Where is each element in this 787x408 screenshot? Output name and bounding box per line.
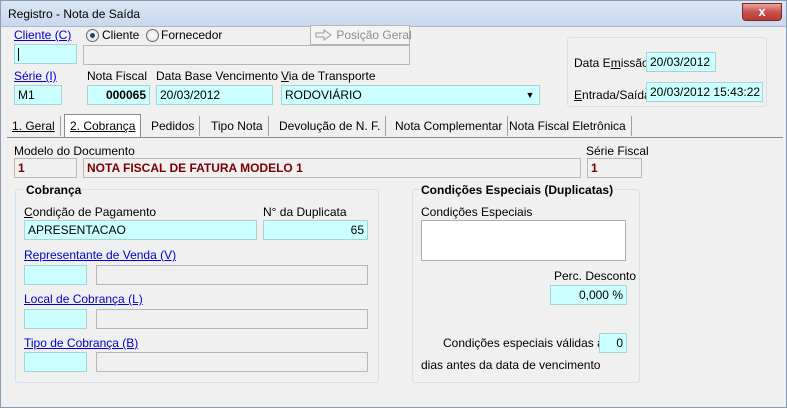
nota-fiscal-field[interactable]: 000065	[87, 85, 150, 105]
tab-tipo-nota[interactable]: Tipo Nota	[206, 116, 269, 136]
dias-label: dias antes da data de vencimento	[421, 358, 601, 372]
duplicata-field[interactable]: 65	[263, 220, 368, 240]
tab-nfe[interactable]: Nota Fiscal Eletrônica	[504, 116, 632, 136]
validas-label: Condições especiais válidas até	[443, 336, 614, 350]
close-button[interactable]: x	[742, 3, 782, 21]
tab-devolucao[interactable]: Devolução de N. F.	[274, 116, 387, 136]
representante-code-input[interactable]	[24, 265, 87, 285]
tab-cobranca[interactable]: 2. Cobrança	[64, 114, 142, 138]
via-transporte-label: Via de Transporte	[281, 69, 376, 83]
text-cursor	[18, 48, 19, 61]
posicao-geral-button[interactable]: Posição Geral	[310, 25, 412, 45]
tab-nota-complementar[interactable]: Nota Complementar	[390, 116, 509, 136]
modelo-desc-field: NOTA FISCAL DE FATURA MODELO 1	[83, 158, 581, 178]
modelo-documento-label: Modelo do Documento	[14, 144, 135, 158]
nota-saida-window: Registro - Nota de Saída x Cliente (C) C…	[0, 0, 787, 408]
entrada-saida-field[interactable]: 20/03/2012 15:43:22	[646, 82, 763, 102]
duplicata-label: N° da Duplicata	[263, 205, 347, 219]
local-cobranca-code-input[interactable]	[24, 309, 87, 329]
condicoes-especiais-textarea[interactable]	[421, 220, 626, 261]
perc-desconto-field[interactable]: 0,000 %	[550, 285, 627, 305]
modelo-code-field: 1	[14, 158, 77, 178]
tipo-cobranca-name-field	[96, 352, 368, 372]
radio-cliente-label[interactable]: Cliente	[102, 28, 139, 42]
tab-pedidos[interactable]: Pedidos	[146, 116, 201, 136]
serie-fiscal-label: Série Fiscal	[586, 144, 649, 158]
via-transporte-value: RODOVIÁRIO	[285, 88, 362, 102]
cliente-link[interactable]: Cliente (C)	[14, 28, 71, 42]
via-transporte-select[interactable]: RODOVIÁRIO ▼	[281, 85, 540, 105]
radio-cliente-icon[interactable]	[86, 29, 99, 42]
serie-fiscal-field: 1	[587, 158, 642, 178]
cliente-name-field	[83, 45, 410, 65]
representante-link[interactable]: Representante de Venda (V)	[24, 248, 176, 262]
local-cobranca-link[interactable]: Local de Cobrança (L)	[24, 292, 143, 306]
data-base-label: Data Base Vencimento	[156, 69, 279, 83]
cliente-code-input[interactable]	[14, 44, 77, 64]
chevron-down-icon[interactable]: ▼	[523, 88, 537, 102]
posicao-geral-label: Posição Geral	[336, 28, 412, 42]
data-emissao-label: Data Emissão	[574, 56, 649, 70]
validas-field[interactable]: 0	[599, 333, 627, 353]
tab-strip: 1. Geral 2. Cobrança Pedidos Tipo Nota D…	[7, 114, 787, 138]
arrow-right-icon	[315, 29, 332, 41]
tipo-cobranca-code-input[interactable]	[24, 352, 87, 372]
serie-link[interactable]: Série (I)	[14, 69, 57, 83]
perc-desconto-label: Perc. Desconto	[554, 269, 637, 283]
local-cobranca-name-field	[96, 309, 368, 329]
title-bar: Registro - Nota de Saída x	[1, 1, 786, 27]
radio-fornecedor-label[interactable]: Fornecedor	[161, 28, 222, 42]
condicoes-especiais-label: Condições Especiais	[421, 205, 533, 219]
entrada-saida-label: Entrada/Saída	[574, 88, 651, 102]
radio-fornecedor-icon[interactable]	[146, 29, 159, 42]
condicoes-title: Condições Especiais (Duplicatas)	[419, 183, 616, 197]
tab-divider	[7, 137, 783, 138]
representante-name-field	[96, 265, 368, 285]
serie-input[interactable]: M1	[14, 85, 62, 105]
condicao-pagamento-field[interactable]: APRESENTACAO	[24, 220, 257, 240]
condicao-pagamento-label: Condição de Pagamento	[24, 205, 157, 219]
window-title: Registro - Nota de Saída	[8, 7, 141, 21]
data-emissao-field[interactable]: 20/03/2012	[646, 52, 716, 72]
data-base-field[interactable]: 20/03/2012	[156, 85, 273, 105]
cobranca-title: Cobrança	[24, 183, 84, 197]
tab-geral[interactable]: 1. Geral	[7, 116, 61, 136]
nota-fiscal-label: Nota Fiscal	[87, 69, 148, 83]
tipo-cobranca-link[interactable]: Tipo de Cobrança (B)	[24, 336, 138, 350]
